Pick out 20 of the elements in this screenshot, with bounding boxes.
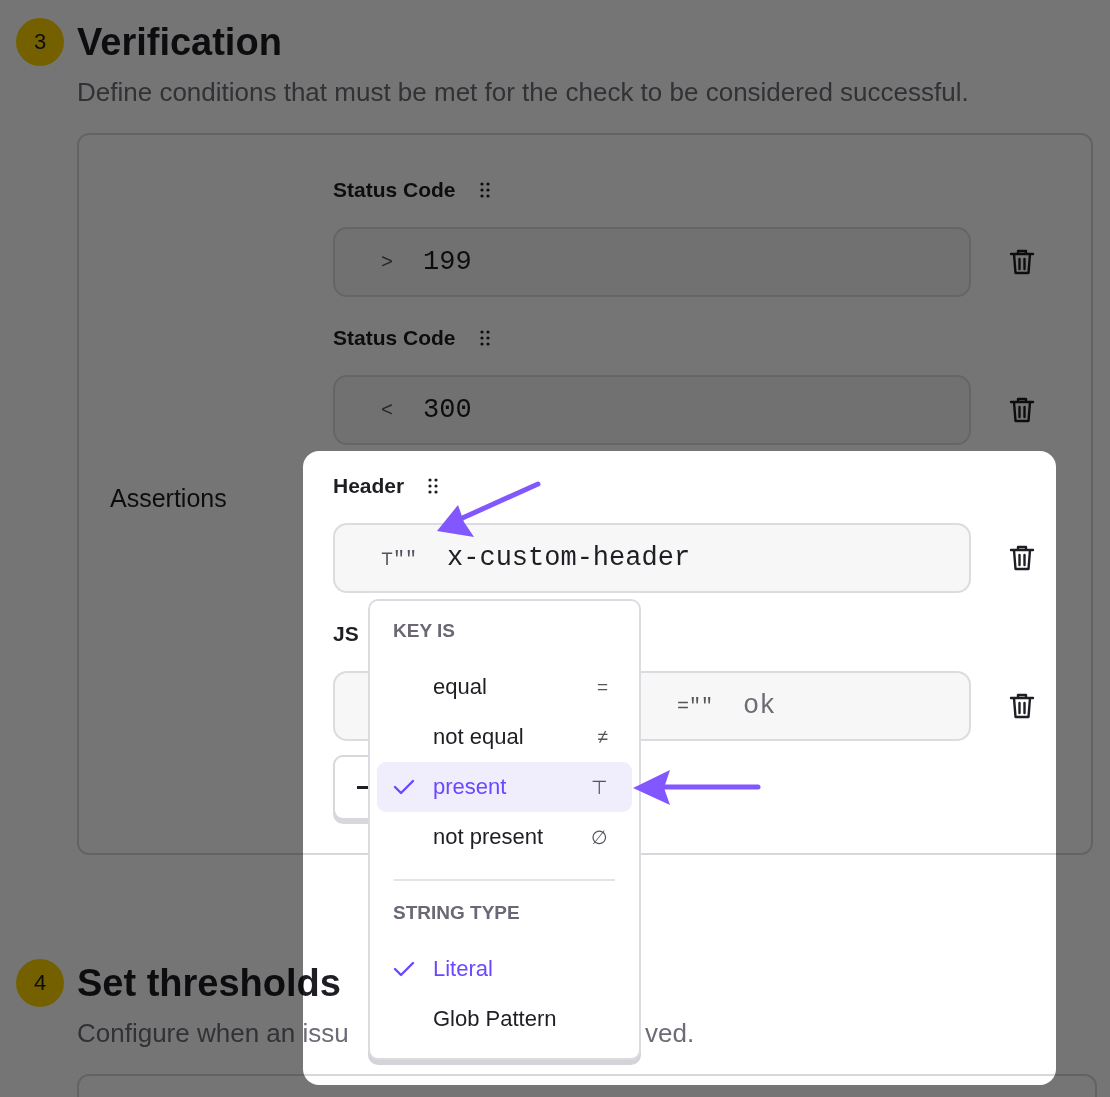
menu-item[interactable]: Literal xyxy=(377,944,632,994)
menu-item[interactable]: not present ∅ xyxy=(377,812,632,862)
section-description: Define conditions that must be met for the check to be considered successful. xyxy=(77,76,970,109)
assertion-field[interactable]: > 199 xyxy=(333,227,971,297)
section-description: Configure when an issu xyxy=(77,1017,349,1050)
menu-item[interactable]: Glob Pattern xyxy=(377,994,632,1044)
step-badge: 4 xyxy=(16,959,64,1007)
section-title: Verification xyxy=(77,20,282,65)
step-badge: 3 xyxy=(16,18,64,66)
assertion-label: Status Code xyxy=(333,326,456,350)
section-description: ved. xyxy=(645,1017,695,1050)
assertion-label: Status Code xyxy=(333,178,456,202)
assertion-field[interactable]: ⊤"" x-custom-header xyxy=(333,523,971,593)
menu-heading: STRING TYPE xyxy=(392,901,521,925)
card-label: Assertions xyxy=(110,483,228,513)
assertion-label: JS xyxy=(333,622,359,646)
assertion-label: Header xyxy=(333,474,405,498)
menu-heading: KEY IS xyxy=(392,619,456,643)
menu-item[interactable]: present ⊤ xyxy=(377,762,632,812)
assertion-field[interactable]: < 300 xyxy=(333,375,971,445)
